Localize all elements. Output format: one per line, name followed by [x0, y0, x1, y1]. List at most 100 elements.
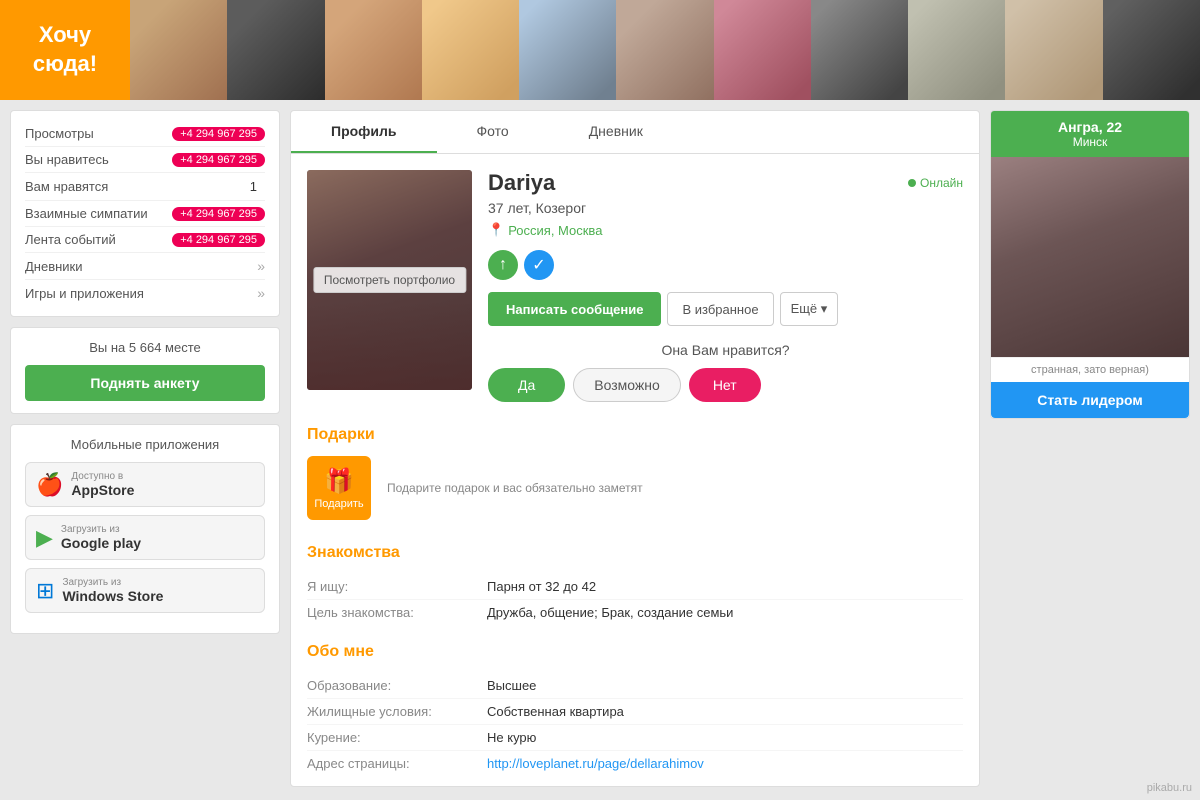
gifts-section: Подарки 🎁 Подарить Подарите подарок и ва…: [291, 426, 979, 536]
profile-photo-column: Посмотреть портфолио: [307, 170, 472, 402]
goal-label: Цель знакомства:: [307, 605, 487, 620]
about-row-smoking: Курение: Не курю: [307, 725, 963, 751]
appstore-name: AppStore: [71, 482, 134, 498]
dating-row-goal: Цель знакомства: Дружба, общение; Брак, …: [307, 600, 963, 625]
apps-title: Мобильные приложения: [25, 437, 265, 452]
become-leader-button[interactable]: Стать лидером: [991, 382, 1189, 418]
online-dot: [908, 179, 916, 187]
profile-photo-wrap: Посмотреть портфолио: [307, 170, 472, 390]
apps-box: Мобильные приложения 🍎 Доступно в AppSto…: [10, 424, 280, 634]
verify-button[interactable]: ✓: [524, 250, 554, 280]
promo-city: Минск: [999, 135, 1181, 149]
top-avatar[interactable]: [130, 0, 227, 100]
about-section: Обо мне Образование: Высшее Жилищные усл…: [291, 643, 979, 786]
education-value: Высшее: [487, 678, 536, 693]
top-avatar[interactable]: [714, 0, 811, 100]
googleplay-button[interactable]: ▶ Загрузить из Google play: [25, 515, 265, 560]
stat-liked-value: 1: [242, 178, 265, 195]
top-avatar-strip: [130, 0, 1200, 100]
top-banner: Хочу сюда!: [0, 0, 1200, 100]
profile-name: Dariya: [488, 170, 555, 196]
left-sidebar: Просмотры +4 294 967 295 Вы нравитесь +4…: [10, 110, 280, 787]
profile-tabs: Профиль Фото Дневник: [291, 111, 979, 154]
stat-mutual: Взаимные симпатии +4 294 967 295: [25, 201, 265, 227]
like-no-button[interactable]: Нет: [689, 368, 761, 402]
top-avatar[interactable]: [908, 0, 1005, 100]
action-icons: ↑ ✓: [488, 250, 963, 280]
gift-promo-text: Подарите подарок и вас обязательно замет…: [387, 481, 643, 495]
write-message-button[interactable]: Написать сообщение: [488, 292, 661, 326]
like-buttons: Да Возможно Нет: [488, 368, 963, 402]
promo-card: Ангра, 22 Минск странная, зато верная) С…: [990, 110, 1190, 419]
stat-views-value: +4 294 967 295: [172, 127, 265, 141]
stat-views: Просмотры +4 294 967 295: [25, 121, 265, 147]
top-avatar[interactable]: [519, 0, 616, 100]
rank-box: Вы на 5 664 месте Поднять анкету: [10, 327, 280, 414]
dating-title: Знакомства: [307, 544, 963, 562]
windowsstore-sub: Загрузить из: [62, 577, 163, 588]
appstore-button[interactable]: 🍎 Доступно в AppStore: [25, 462, 265, 507]
want-here-button[interactable]: Хочу сюда!: [0, 0, 130, 100]
like-maybe-button[interactable]: Возможно: [573, 368, 681, 402]
about-row-education: Образование: Высшее: [307, 673, 963, 699]
like-up-button[interactable]: ↑: [488, 250, 518, 280]
goal-value: Дружба, общение; Брак, создание семьи: [487, 605, 733, 620]
top-avatar[interactable]: [811, 0, 908, 100]
profile-location-link[interactable]: Россия, Москва: [508, 223, 602, 238]
gift-button[interactable]: 🎁 Подарить: [307, 456, 371, 520]
dating-table: Я ищу: Парня от 32 до 42 Цель знакомства…: [307, 574, 963, 625]
add-favorite-button[interactable]: В избранное: [667, 292, 773, 326]
googleplay-name: Google play: [61, 535, 141, 551]
stat-mutual-label: Взаимные симпатии: [25, 206, 148, 221]
top-avatar[interactable]: [227, 0, 324, 100]
top-avatar[interactable]: [1103, 0, 1200, 100]
smoking-label: Курение:: [307, 730, 487, 745]
gift-icon: 🎁: [324, 467, 354, 496]
action-buttons: Написать сообщение В избранное Ещё ▾: [488, 292, 963, 326]
stat-liked: Вам нравятся 1: [25, 173, 265, 201]
promo-photo[interactable]: [991, 157, 1189, 357]
profile-url-link[interactable]: http://loveplanet.ru/page/dellarahimov: [487, 756, 704, 771]
raise-profile-button[interactable]: Поднять анкету: [25, 365, 265, 401]
stat-feed-value: +4 294 967 295: [172, 233, 265, 247]
windowsstore-button[interactable]: ⊞ Загрузить из Windows Store: [25, 568, 265, 613]
tab-diary[interactable]: Дневник: [549, 111, 683, 153]
housing-value: Собственная квартира: [487, 704, 624, 719]
stat-mutual-value: +4 294 967 295: [172, 207, 265, 221]
like-question: Она Вам нравится?: [488, 342, 963, 358]
stats-box: Просмотры +4 294 967 295 Вы нравитесь +4…: [10, 110, 280, 317]
smoking-value: Не курю: [487, 730, 536, 745]
stat-feed: Лента событий +4 294 967 295: [25, 227, 265, 253]
stat-diaries-arrow: »: [257, 258, 265, 274]
online-text: Онлайн: [920, 176, 963, 190]
stat-games-label: Игры и приложения: [25, 286, 144, 301]
about-table: Образование: Высшее Жилищные условия: Со…: [307, 673, 963, 776]
appstore-sub: Доступно в: [71, 471, 134, 482]
stat-views-label: Просмотры: [25, 126, 94, 141]
view-portfolio-button[interactable]: Посмотреть портфолио: [313, 267, 466, 293]
more-actions-button[interactable]: Ещё ▾: [780, 292, 839, 326]
tab-photo[interactable]: Фото: [437, 111, 549, 153]
promo-caption: странная, зато верная): [991, 357, 1189, 382]
stat-diaries[interactable]: Дневники »: [25, 253, 265, 280]
seeking-label: Я ищу:: [307, 579, 487, 594]
windows-icon: ⊞: [36, 578, 54, 604]
promo-name: Ангра, 22: [999, 119, 1181, 135]
like-yes-button[interactable]: Да: [488, 368, 565, 402]
top-avatar[interactable]: [1005, 0, 1102, 100]
googleplay-sub: Загрузить из: [61, 524, 141, 535]
profile-location: 📍 Россия, Москва: [488, 222, 963, 238]
stat-likes-label: Вы нравитесь: [25, 152, 109, 167]
top-avatar[interactable]: [422, 0, 519, 100]
dating-row-seeking: Я ищу: Парня от 32 до 42: [307, 574, 963, 600]
tab-profile[interactable]: Профиль: [291, 111, 437, 153]
stat-games-arrow: »: [257, 285, 265, 301]
stat-likes-value: +4 294 967 295: [172, 153, 265, 167]
promo-header: Ангра, 22 Минск: [991, 111, 1189, 157]
top-avatar[interactable]: [325, 0, 422, 100]
about-row-housing: Жилищные условия: Собственная квартира: [307, 699, 963, 725]
stat-games[interactable]: Игры и приложения »: [25, 280, 265, 306]
googleplay-icon: ▶: [36, 525, 53, 551]
gift-row: 🎁 Подарить Подарите подарок и вас обязат…: [307, 456, 963, 520]
top-avatar[interactable]: [616, 0, 713, 100]
